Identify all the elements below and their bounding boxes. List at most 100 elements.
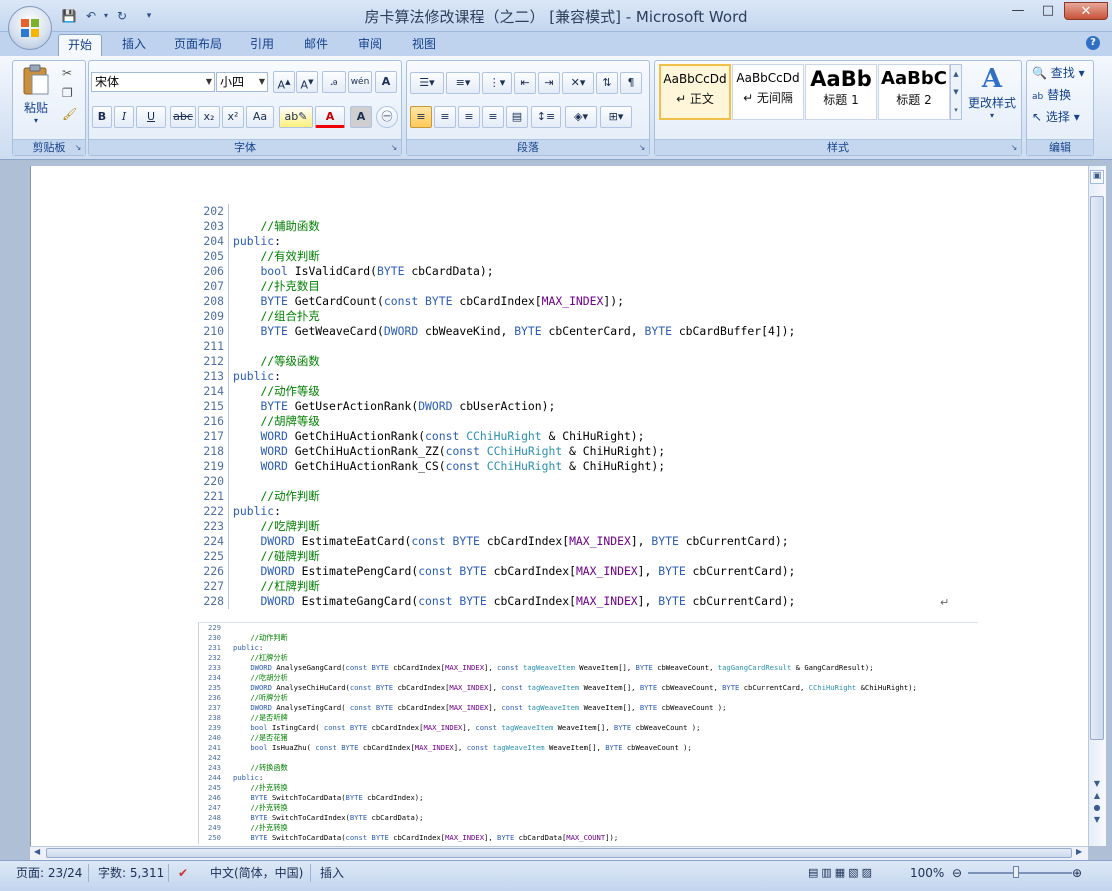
- code-text: WORD GetChiHuActionRank_CS(const CChiHuR…: [260, 459, 666, 473]
- phonetic-guide-icon[interactable]: wén: [348, 71, 372, 93]
- tab-view[interactable]: 视图: [402, 34, 446, 56]
- style-heading-2[interactable]: AaBbC 标题 2: [878, 64, 950, 120]
- insert-mode[interactable]: 插入: [320, 864, 344, 882]
- maximize-button[interactable]: □: [1034, 2, 1062, 20]
- paragraph-launcher-icon[interactable]: ↘: [637, 143, 647, 153]
- help-icon[interactable]: ?: [1086, 36, 1100, 50]
- scroll-right-icon[interactable]: ▶: [1076, 847, 1082, 856]
- zoom-slider-thumb[interactable]: [1013, 866, 1019, 878]
- ruler-toggle-icon[interactable]: ▣: [1090, 170, 1104, 184]
- char-border-button[interactable]: A: [375, 71, 397, 93]
- align-left-icon[interactable]: ≡: [410, 106, 432, 128]
- paste-dropdown-icon[interactable]: ▾: [18, 116, 54, 125]
- save-icon[interactable]: 💾: [60, 8, 78, 24]
- line-spacing-icon[interactable]: ↕≡: [531, 106, 561, 128]
- paragraph-mark-icon: ↵: [940, 596, 950, 609]
- minimize-button[interactable]: —: [1004, 2, 1032, 20]
- bold-button[interactable]: B: [92, 106, 112, 128]
- code-block-main: 202 203 //辅助函数 204 public: 205 //有效判断 206 boo…: [196, 204, 896, 609]
- office-button[interactable]: [8, 6, 52, 50]
- increase-indent-icon[interactable]: ⇥: [538, 72, 560, 94]
- tab-insert[interactable]: 插入: [112, 34, 156, 56]
- superscript-button[interactable]: x²: [222, 106, 244, 128]
- zoom-out-icon[interactable]: ⊖: [952, 864, 962, 882]
- clipboard-launcher-icon[interactable]: ↘: [73, 143, 83, 153]
- proofing-icon[interactable]: ✔: [178, 864, 188, 882]
- line-number: 233: [208, 663, 221, 672]
- replace-button[interactable]: ab 替换: [1032, 86, 1071, 103]
- change-case-button[interactable]: Aa: [246, 106, 274, 128]
- format-painter-icon[interactable]: 🖌: [62, 107, 77, 121]
- code-text: //扑克转换: [250, 783, 288, 792]
- tab-review[interactable]: 审阅: [348, 34, 392, 56]
- tab-home[interactable]: 开始: [58, 34, 102, 56]
- horizontal-scroll-thumb[interactable]: [46, 848, 1072, 858]
- scroll-left-icon[interactable]: ◀: [34, 847, 40, 856]
- code-text: bool IsHuaZhu( const BYTE cbCardIndex[MA…: [250, 743, 692, 752]
- line-number: 238: [208, 713, 221, 722]
- view-buttons[interactable]: ▤▥▦▧▨: [808, 864, 904, 882]
- align-right-icon[interactable]: ≡: [458, 106, 480, 128]
- show-marks-icon[interactable]: ¶: [620, 72, 642, 94]
- clear-format-icon[interactable]: ꭿ: [322, 71, 346, 93]
- style-no-spacing[interactable]: AaBbCcDd ↵ 无间隔: [732, 64, 804, 120]
- italic-button[interactable]: I: [114, 106, 134, 128]
- language-indicator[interactable]: 中文(简体，中国): [210, 864, 303, 882]
- chinese-layout-icon[interactable]: ✕▾: [562, 72, 594, 94]
- style-name: 标题 2: [896, 93, 932, 107]
- font-launcher-icon[interactable]: ↘: [389, 143, 399, 153]
- styles-scroll[interactable]: ▲ ▼ ▾: [950, 64, 962, 120]
- shading-icon[interactable]: ◈▾: [565, 106, 597, 128]
- char-shading-button[interactable]: A: [350, 106, 372, 128]
- tab-page-layout[interactable]: 页面布局: [166, 34, 230, 56]
- code-line: 231 public:: [199, 643, 978, 653]
- scroll-arrows[interactable]: ▼ ▲ ● ▼: [1090, 778, 1104, 826]
- distribute-icon[interactable]: ▤: [506, 106, 528, 128]
- redo-icon[interactable]: ↻: [113, 8, 131, 24]
- numbering-icon[interactable]: ≡▾: [446, 72, 480, 94]
- code-line: 216 //胡牌等级: [196, 414, 896, 429]
- highlight-icon[interactable]: ab✎: [279, 106, 313, 128]
- code-text: //辅助函数: [260, 219, 320, 233]
- customize-qat-icon[interactable]: ▾: [140, 8, 158, 24]
- cut-icon[interactable]: ✂: [62, 66, 72, 80]
- vertical-scroll-thumb[interactable]: [1090, 196, 1104, 740]
- paste-button[interactable]: 粘贴 ▾: [18, 64, 54, 126]
- zoom-slider-track[interactable]: [968, 872, 1072, 874]
- shrink-font-button[interactable]: A▼: [296, 71, 318, 93]
- page-count[interactable]: 页面: 23/24: [16, 864, 82, 882]
- code-text: WORD GetChiHuActionRank_ZZ(const CChiHuR…: [260, 444, 666, 458]
- word-count[interactable]: 字数: 5,311: [98, 864, 164, 882]
- tab-references[interactable]: 引用: [240, 34, 284, 56]
- close-button[interactable]: ✕: [1064, 2, 1108, 20]
- code-line: 237 DWORD AnalyseTingCard( const BYTE cb…: [199, 703, 978, 713]
- zoom-level[interactable]: 100%: [910, 864, 944, 882]
- bullets-icon[interactable]: ☰▾: [410, 72, 444, 94]
- subscript-button[interactable]: x₂: [198, 106, 220, 128]
- find-button[interactable]: 🔍 查找 ▾: [1032, 64, 1085, 81]
- strikethrough-button[interactable]: abc: [170, 106, 196, 128]
- borders-icon[interactable]: ⊞▾: [600, 106, 632, 128]
- status-separator: [310, 864, 311, 882]
- zoom-in-icon[interactable]: ⊕: [1072, 864, 1082, 882]
- sort-icon[interactable]: ⇅: [596, 72, 618, 94]
- multilevel-list-icon[interactable]: ⋮▾: [482, 72, 512, 94]
- style-normal[interactable]: AaBbCcDd ↵ 正文: [659, 64, 731, 120]
- select-button[interactable]: ↖ 选择 ▾: [1032, 108, 1080, 125]
- code-text: //吃牌判断: [260, 519, 320, 533]
- copy-icon[interactable]: ❐: [62, 86, 73, 100]
- font-name-combo[interactable]: 宋体 ▼: [91, 72, 215, 92]
- underline-button[interactable]: U: [136, 106, 166, 128]
- font-color-button[interactable]: A: [315, 106, 345, 128]
- change-styles-button[interactable]: A 更改样式 ▾: [966, 64, 1018, 124]
- style-heading-1[interactable]: AaBb 标题 1: [805, 64, 877, 120]
- enclose-char-icon[interactable]: ㊀: [376, 106, 398, 128]
- styles-launcher-icon[interactable]: ↘: [1009, 143, 1019, 153]
- grow-font-button[interactable]: A▲: [273, 71, 295, 93]
- align-center-icon[interactable]: ≡: [434, 106, 456, 128]
- font-size-combo[interactable]: 小四 ▼: [216, 72, 268, 92]
- code-line: 206 bool IsValidCard(BYTE cbCardData);: [196, 264, 896, 279]
- justify-icon[interactable]: ≡: [482, 106, 504, 128]
- tab-mailings[interactable]: 邮件: [294, 34, 338, 56]
- decrease-indent-icon[interactable]: ⇤: [514, 72, 536, 94]
